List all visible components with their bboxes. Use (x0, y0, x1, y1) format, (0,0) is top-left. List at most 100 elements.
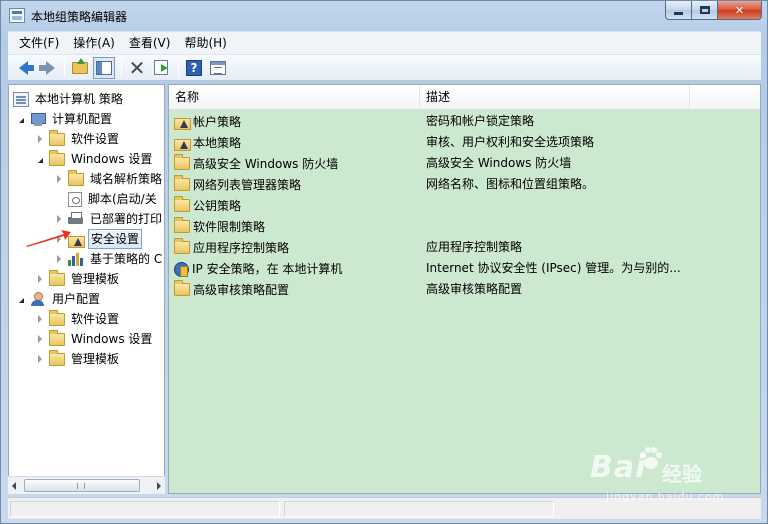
folder-icon (174, 238, 190, 254)
folder-icon (49, 329, 65, 346)
paw-icon (640, 447, 662, 469)
forward-button[interactable] (36, 57, 58, 79)
computer-icon (30, 112, 46, 127)
folder-icon (174, 280, 190, 296)
list-item-name: 网络列表管理器策略 (193, 178, 302, 192)
scrollbar-thumb[interactable] (24, 479, 140, 492)
watermark-url: jingyan.baidu.com (606, 490, 725, 503)
menu-action[interactable]: 操作(A) (66, 32, 122, 54)
properties-button[interactable] (207, 57, 229, 79)
ipsec-icon (174, 261, 189, 277)
list-item-name: 公钥策略 (193, 199, 242, 213)
list-item-name-cell: IP 安全策略，在 本地计算机 (174, 258, 342, 279)
delete-button[interactable]: ✕ (126, 57, 148, 79)
minimize-icon (674, 11, 683, 15)
delete-icon: ✕ (128, 55, 146, 80)
details-list[interactable]: 名称 描述 帐户策略 密码和帐户锁定策略 本地策略 审核、用户权利和安全选项策略 高级安… (168, 84, 761, 494)
list-header: 名称 描述 (169, 85, 760, 110)
close-button[interactable]: ✕ (718, 1, 762, 20)
collapsed-arrow-icon[interactable] (57, 255, 61, 263)
printer-icon (68, 212, 84, 226)
menu-help[interactable]: 帮助(H) (177, 32, 233, 54)
tree-item[interactable]: 用户配置 (19, 289, 102, 309)
tree-item[interactable]: 域名解析策略 (57, 169, 164, 189)
scroll-left-icon[interactable] (12, 482, 16, 490)
tree-item[interactable]: 管理模板 (38, 349, 121, 369)
tree-item[interactable]: 基于策略的 C (57, 249, 164, 269)
minimize-button[interactable] (665, 1, 692, 20)
help-button[interactable]: ? (183, 57, 205, 79)
expanded-arrow-icon[interactable] (38, 157, 43, 163)
console-tree[interactable]: 本地计算机 策略 计算机配置 软件设置 Windows 设置 域名解析策略 脚本(启动/关… (8, 84, 165, 494)
list-item-description: 应用程序控制策略 (426, 240, 523, 254)
list-item[interactable]: 本地策略 审核、用户权利和安全选项策略 (169, 132, 760, 153)
tree-item-label: Windows 设置 (71, 152, 153, 166)
menu-file[interactable]: 文件(F) (12, 32, 66, 54)
up-one-level-button[interactable] (69, 57, 91, 79)
toolbar-separator (121, 58, 122, 77)
list-item-name-cell: 帐户策略 (174, 111, 241, 132)
show-hide-tree-button[interactable] (93, 56, 115, 79)
collapsed-arrow-icon[interactable] (38, 135, 42, 143)
tree-item[interactable]: 已部署的打印 (57, 209, 164, 229)
tree-item-label: 管理模板 (71, 272, 120, 286)
column-header-description[interactable]: 描述 (420, 85, 690, 110)
export-list-button[interactable] (150, 57, 172, 79)
expanded-arrow-icon[interactable] (19, 117, 24, 123)
export-icon (154, 60, 168, 75)
list-item-name: 应用程序控制策略 (193, 241, 290, 255)
title-bar[interactable]: 本地组策略编辑器 ✕ (1, 1, 767, 31)
folder-icon (174, 175, 190, 191)
list-item-description: 高级安全 Windows 防火墙 (426, 156, 572, 170)
collapsed-arrow-icon[interactable] (38, 275, 42, 283)
list-item-description: 审核、用户权利和安全选项策略 (426, 135, 595, 149)
tree-item[interactable]: 软件设置 (38, 309, 121, 329)
collapsed-arrow-icon[interactable] (38, 355, 42, 363)
tree-item-label: 软件设置 (71, 132, 120, 146)
back-button[interactable] (12, 57, 34, 79)
menu-view[interactable]: 查看(V) (122, 32, 178, 54)
tree-item[interactable]: Windows 设置 (38, 329, 154, 349)
column-header-extra[interactable] (690, 85, 760, 110)
folder-icon (49, 309, 65, 326)
policy-root-icon (13, 91, 29, 107)
list-item[interactable]: 高级安全 Windows 防火墙 高级安全 Windows 防火墙 (169, 153, 760, 174)
app-icon (9, 8, 25, 23)
maximize-button[interactable] (692, 1, 718, 20)
collapsed-arrow-icon[interactable] (57, 175, 61, 183)
tree-item[interactable]: 本地计算机 策略 (13, 89, 125, 109)
list-item[interactable]: 软件限制策略 (169, 216, 760, 237)
folder-icon (174, 217, 190, 233)
scroll-right-icon[interactable] (157, 482, 161, 490)
folder-icon (49, 269, 65, 286)
tree-item-label: 软件设置 (71, 312, 120, 326)
scrollbar-grip-icon (77, 483, 85, 489)
collapsed-arrow-icon[interactable] (38, 335, 42, 343)
tree-item[interactable]: 脚本(启动/关 (57, 189, 159, 209)
tree-item[interactable]: 管理模板 (38, 269, 121, 289)
list-item[interactable]: 高级审核策略配置 高级审核策略配置 (169, 279, 760, 300)
column-header-name[interactable]: 名称 (169, 85, 420, 110)
list-item[interactable]: 帐户策略 密码和帐户锁定策略 (169, 111, 760, 132)
collapsed-arrow-icon[interactable] (57, 215, 61, 223)
tree-horizontal-scrollbar[interactable] (8, 476, 165, 494)
tree-item-label: 本地计算机 策略 (35, 92, 123, 106)
folder-icon (68, 169, 84, 186)
list-item-description: 高级审核策略配置 (426, 282, 523, 296)
expanded-arrow-icon[interactable] (19, 297, 24, 303)
annotation-arrow (26, 230, 71, 247)
tree-item[interactable]: Windows 设置 (38, 149, 154, 169)
list-item-name: 高级审核策略配置 (193, 283, 290, 297)
tree-item[interactable]: 计算机配置 (19, 109, 114, 129)
watermark-brand-suffix: 经验 (662, 462, 702, 486)
list-item[interactable]: 网络列表管理器策略 网络名称、图标和位置组策略。 (169, 174, 760, 195)
tree-item-label: 脚本(启动/关 (88, 192, 157, 206)
list-item[interactable]: 应用程序控制策略 应用程序控制策略 (169, 237, 760, 258)
list-item[interactable]: IP 安全策略，在 本地计算机 Internet 协议安全性 (IPsec) 管理… (169, 258, 760, 279)
folder-icon (174, 154, 190, 170)
list-item-name-cell: 本地策略 (174, 132, 241, 153)
collapsed-arrow-icon[interactable] (38, 315, 42, 323)
tree-item[interactable]: 软件设置 (38, 129, 121, 149)
folder-up-icon (72, 57, 88, 74)
list-item[interactable]: 公钥策略 (169, 195, 760, 216)
